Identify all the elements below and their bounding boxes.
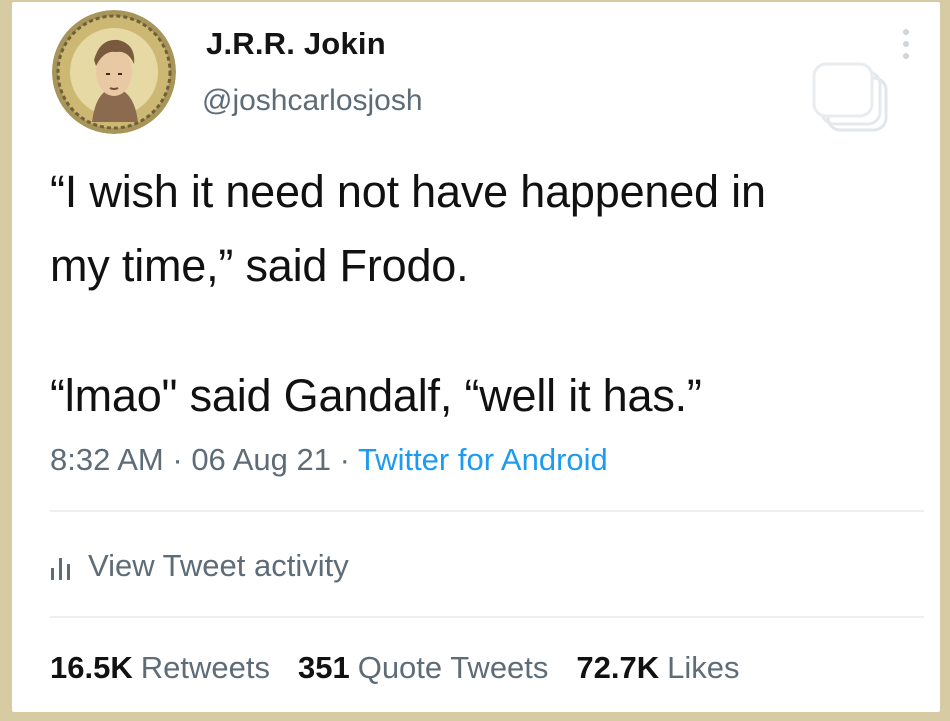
tweet-text-line-2: my time,” said Frodo. — [50, 240, 469, 291]
engagement-stats: 16.5K Retweets 351 Quote Tweets 72.7K Li… — [50, 650, 768, 686]
divider — [50, 510, 924, 512]
tweet-date[interactable]: 06 Aug 21 — [191, 442, 331, 477]
meta-separator: · — [330, 442, 358, 477]
avatar[interactable] — [52, 10, 176, 134]
activity-label: View Tweet activity — [88, 548, 349, 583]
quote-tweets-count: 351 — [297, 650, 350, 685]
retweets-count: 16.5K — [50, 650, 133, 685]
tweet-meta: 8:32 AM · 06 Aug 21 · Twitter for Androi… — [50, 442, 608, 478]
likes-count: 72.7K — [576, 650, 660, 685]
tweet-time[interactable]: 8:32 AM — [50, 442, 164, 477]
likes-label: Likes — [667, 650, 740, 685]
divider — [50, 616, 924, 618]
bar-chart-icon — [50, 554, 72, 582]
likes-stat[interactable]: 72.7K Likes — [576, 650, 739, 686]
author-handle[interactable]: @joshcarlosjosh — [202, 84, 423, 118]
tweet-text-line-3: “lmao" said Gandalf, “well it has.” — [50, 370, 702, 421]
quote-tweets-label: Quote Tweets — [357, 650, 549, 685]
screenshot-frame: J.R.R. Jokin @joshcarlosjosh “I wish it … — [0, 0, 950, 721]
retweets-label: Retweets — [140, 650, 270, 685]
copy-overlay-icon — [808, 60, 896, 134]
tweet-source-link[interactable]: Twitter for Android — [358, 442, 608, 477]
author-name[interactable]: J.R.R. Jokin — [206, 26, 386, 62]
meta-separator: · — [163, 442, 192, 477]
tweet-text-line-1: “I wish it need not have happened in — [50, 166, 766, 217]
tweet-card: J.R.R. Jokin @joshcarlosjosh “I wish it … — [12, 2, 940, 712]
more-vertical-icon[interactable] — [896, 26, 916, 66]
view-tweet-activity-link[interactable]: View Tweet activity — [50, 546, 349, 586]
quote-tweets-stat[interactable]: 351 Quote Tweets — [298, 650, 548, 686]
retweets-stat[interactable]: 16.5K Retweets — [50, 650, 270, 686]
